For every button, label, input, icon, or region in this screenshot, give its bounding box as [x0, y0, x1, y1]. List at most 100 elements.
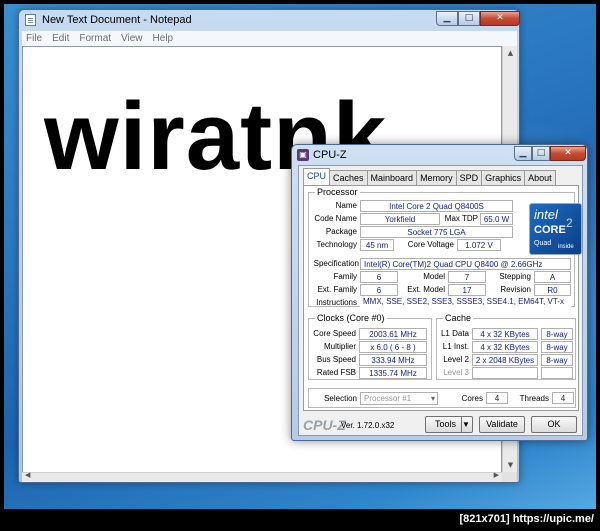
- l1data-assoc: 8-way: [541, 328, 573, 340]
- level3-value: [472, 367, 538, 379]
- scroll-left-icon[interactable]: ◀: [25, 471, 30, 479]
- notepad-titlebar[interactable]: New Text Document - Notepad ▁ □ ✕: [19, 10, 520, 30]
- cpuz-tabs: CPU Caches Mainboard Memory SPD Graphics…: [303, 168, 556, 185]
- maxtdp-value: 65.0 W: [480, 213, 513, 225]
- extmodel-value: 17: [448, 284, 486, 296]
- menu-help[interactable]: Help: [149, 31, 180, 46]
- notepad-menubar: File Edit Format View Help: [22, 31, 517, 46]
- tab-about[interactable]: About: [524, 170, 556, 185]
- close-button[interactable]: ✕: [480, 11, 520, 26]
- resize-grip[interactable]: [502, 472, 517, 482]
- scroll-right-icon[interactable]: ▶: [494, 471, 499, 479]
- package-value: Socket 775 LGA: [360, 226, 513, 238]
- minimize-button[interactable]: ▁: [436, 11, 458, 26]
- l1data-value: 4 x 32 KBytes: [472, 328, 538, 340]
- extmodel-label: Ext. Model: [407, 285, 445, 294]
- processor-group: Processor Name Intel Core 2 Quad Q8400S …: [308, 187, 582, 308]
- multiplier-value: x 6.0 ( 6 - 8 ): [359, 341, 427, 353]
- instructions-value: MMX, SSE, SSE2, SSE3, SSSE3, SSE4.1, EM6…: [360, 296, 571, 308]
- intel-core2-quad-logo: intel 2 CORE Quad inside: [529, 203, 582, 255]
- cores-label: Cores: [461, 394, 483, 403]
- clocks-group: Clocks (Core #0) Core Speed 2003.61 MHz …: [308, 313, 432, 380]
- corespeed-label: Core Speed: [313, 329, 356, 338]
- maximize-button[interactable]: □: [458, 11, 480, 26]
- chevron-down-icon: ▾: [430, 394, 435, 403]
- tools-dropdown-icon[interactable]: ▼: [461, 417, 472, 432]
- ok-button[interactable]: OK: [531, 416, 577, 433]
- level2-assoc: 8-way: [541, 354, 573, 366]
- stepping-label: Stepping: [499, 272, 531, 281]
- scroll-up-icon[interactable]: ▲: [503, 46, 518, 61]
- level3-assoc: [541, 367, 573, 379]
- extfamily-label: Ext. Family: [317, 285, 357, 294]
- threads-value: 4: [552, 392, 574, 404]
- tab-caches[interactable]: Caches: [329, 170, 368, 185]
- multiplier-label: Multiplier: [323, 342, 356, 351]
- selection-label: Selection: [324, 394, 357, 403]
- cpuz-app-icon: ▣: [297, 149, 309, 161]
- cache-legend: Cache: [443, 313, 474, 323]
- cpuz-minimize-button[interactable]: ▁: [514, 146, 532, 161]
- ratedfsb-label: Rated FSB: [316, 368, 356, 377]
- codename-label: Code Name: [314, 214, 357, 223]
- cpuz-version: Ver. 1.72.0.x32: [341, 421, 395, 430]
- horizontal-scrollbar[interactable]: ◀ ▶: [22, 471, 502, 482]
- menu-edit[interactable]: Edit: [48, 31, 75, 46]
- threads-label: Threads: [519, 394, 549, 403]
- notepad-app-icon: [25, 14, 36, 26]
- revision-value: R0: [534, 284, 571, 296]
- tab-spd[interactable]: SPD: [455, 170, 483, 185]
- corevoltage-label: Core Voltage: [407, 240, 454, 249]
- scroll-down-icon[interactable]: ▼: [503, 458, 518, 473]
- notepad-title: New Text Document - Notepad: [42, 14, 192, 26]
- technology-value: 45 nm: [360, 239, 394, 251]
- cpuz-close-button[interactable]: ✕: [550, 146, 586, 161]
- menu-file[interactable]: File: [22, 31, 48, 46]
- validate-button[interactable]: Validate: [479, 416, 525, 433]
- maxtdp-label: Max TDP: [444, 214, 478, 223]
- processor-legend: Processor: [315, 187, 360, 197]
- model-label: Model: [423, 272, 445, 281]
- level3-label: Level 3: [443, 368, 469, 377]
- tab-memory[interactable]: Memory: [416, 170, 457, 185]
- tab-cpu[interactable]: CPU: [303, 168, 331, 185]
- menu-view[interactable]: View: [117, 31, 149, 46]
- name-value: Intel Core 2 Quad Q8400S: [360, 200, 513, 212]
- stepping-value: A: [534, 271, 571, 283]
- menu-format[interactable]: Format: [75, 31, 117, 46]
- l1inst-assoc: 8-way: [541, 341, 573, 353]
- technology-label: Technology: [316, 240, 357, 249]
- processor-select[interactable]: Processor #1 ▾: [360, 392, 438, 405]
- package-label: Package: [325, 227, 357, 236]
- desktop: New Text Document - Notepad ▁ □ ✕ File E…: [0, 0, 600, 531]
- specification-label: Specification: [313, 259, 359, 268]
- clocks-legend: Clocks (Core #0): [315, 313, 387, 323]
- tools-button[interactable]: Tools ▼: [425, 416, 473, 433]
- ratedfsb-value: 1335.74 MHz: [359, 367, 427, 379]
- cpuz-maximize-button[interactable]: □: [532, 146, 550, 161]
- cpuz-footer: CPU-Z Ver. 1.72.0.x32 Tools ▼ Validate O…: [303, 415, 579, 433]
- notepad-window-controls: ▁ □ ✕: [436, 11, 520, 26]
- cpuz-brand: CPU-Z: [303, 417, 346, 433]
- tab-mainboard[interactable]: Mainboard: [366, 170, 418, 185]
- cache-group: Cache L1 Data 4 x 32 KBytes 8-way L1 Ins…: [436, 313, 576, 380]
- cpu-tab-panel: Processor Name Intel Core 2 Quad Q8400S …: [303, 185, 582, 411]
- cpuz-window: ▣ CPU-Z ▁ □ ✕ CPU Caches Mainboard Memor…: [291, 144, 588, 441]
- name-label: Name: [335, 201, 357, 210]
- extfamily-value: 6: [360, 284, 398, 296]
- cpuz-body: CPU Caches Mainboard Memory SPD Graphics…: [298, 165, 583, 436]
- level2-label: Level 2: [443, 355, 469, 364]
- model-value: 7: [448, 271, 486, 283]
- busspeed-value: 333.94 MHz: [359, 354, 427, 366]
- selection-group: Selection Processor #1 ▾ Cores 4 Threads…: [308, 388, 576, 408]
- codename-value: Yorkfield: [360, 213, 440, 225]
- family-label: Family: [333, 272, 357, 281]
- corevoltage-value: 1.072 V: [457, 239, 501, 251]
- specification-value: Intel(R) Core(TM)2 Quad CPU Q8400 @ 2.66…: [360, 258, 571, 270]
- tab-graphics[interactable]: Graphics: [481, 170, 526, 185]
- corespeed-value: 2003.61 MHz: [359, 328, 427, 340]
- revision-label: Revision: [500, 285, 531, 294]
- watermark: [821x701] https://upic.me/: [459, 513, 595, 525]
- level2-value: 2 x 2048 KBytes: [472, 354, 538, 366]
- cpuz-window-controls: ▁ □ ✕: [514, 146, 586, 161]
